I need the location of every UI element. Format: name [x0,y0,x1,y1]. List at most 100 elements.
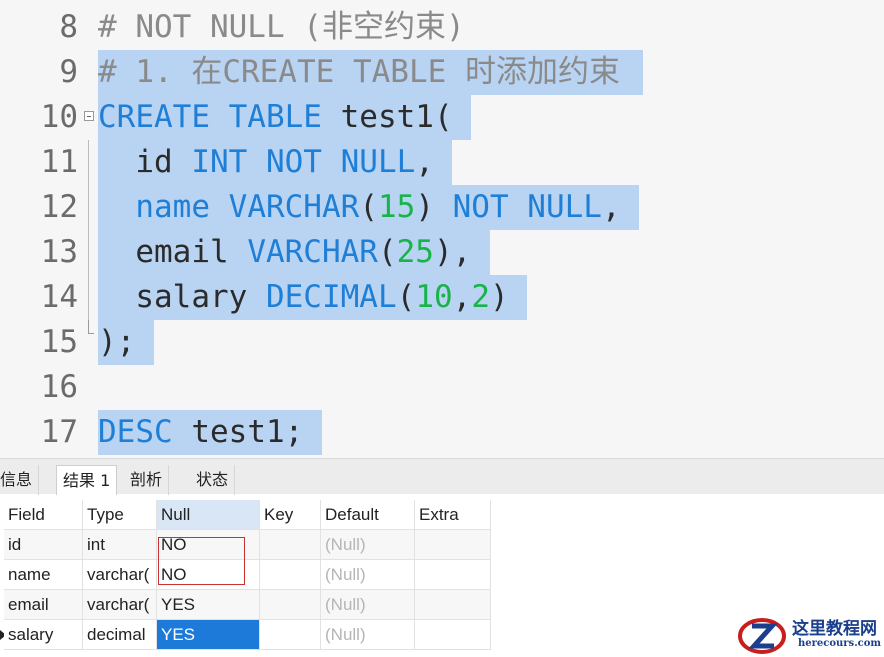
line-number: 17 [40,414,78,450]
code-line[interactable]: 13 email VARCHAR(25), [0,230,884,275]
table-cell[interactable]: varchar( [83,560,157,590]
table-cell[interactable]: YES [157,620,260,650]
highlight-box [158,537,245,585]
tab-profile[interactable]: 剖析 [124,465,170,495]
table-cell[interactable]: id [4,530,83,560]
code-line[interactable]: 14 salary DECIMAL(10,2) [0,275,884,320]
code-text: name VARCHAR(15) NOT NULL, [98,185,621,230]
code-line[interactable]: 12 name VARCHAR(15) NOT NULL, [0,185,884,230]
table-cell[interactable]: salary [4,620,83,650]
table-cell[interactable]: (Null) [321,560,415,590]
code-token: ) [489,279,509,315]
code-token: NOT NULL [452,189,602,225]
code-line[interactable]: 11 id INT NOT NULL, [0,140,884,185]
table-cell[interactable]: (Null) [321,590,415,620]
fold-end-icon [88,320,94,334]
code-line[interactable]: 9 # 1. 在CREATE TABLE 时添加约束 [0,50,884,95]
table-cell[interactable]: varchar( [83,590,157,620]
code-text: # 1. 在CREATE TABLE 时添加约束 [98,50,620,95]
table-cell[interactable] [260,620,321,650]
line-number: 12 [40,189,78,225]
code-token: 2 [471,279,490,315]
column-header-type[interactable]: Type [83,500,157,530]
code-text: email VARCHAR(25), [98,230,471,275]
line-number: 8 [59,9,78,45]
column-header-default[interactable]: Default [321,500,415,530]
code-text: salary DECIMAL(10,2) [98,275,509,320]
watermark-logo: 这里教程网 herecours.com [736,612,884,657]
fold-guide [88,185,89,230]
code-token: name [98,189,229,225]
table-cell[interactable]: decimal [83,620,157,650]
fold-guide [88,230,89,275]
code-token: 25 [396,234,434,270]
code-token: DESC [98,414,192,450]
code-text: id INT NOT NULL, [98,140,434,185]
code-token: # 1. 在CREATE TABLE 时添加约束 [98,54,620,90]
code-token: test1; [191,414,304,450]
code-token: ( [377,234,397,270]
table-row[interactable]: id int NO (Null) [0,530,491,560]
watermark-z-icon [738,618,786,654]
column-header-null[interactable]: Null [157,500,260,530]
watermark-url: herecours.com [798,638,882,649]
code-token: ) [415,189,453,225]
code-token: 15 [377,189,416,225]
code-token: ); [98,324,136,360]
code-text: ); [98,320,135,365]
code-token: DECIMAL [265,279,397,315]
tab-result-1[interactable]: 结果 1 [56,465,118,495]
line-number: 10 [40,99,78,135]
code-text: CREATE TABLE test1( [98,95,453,140]
table-cell[interactable] [260,530,321,560]
table-cell[interactable]: email [4,590,83,620]
code-token: ), [433,234,472,270]
code-token: salary [98,279,266,315]
code-token: # NOT NULL (非空约束) [98,9,465,45]
table-cell[interactable] [260,560,321,590]
line-number: 11 [40,144,78,180]
table-row[interactable]: salary decimal YES (Null) [0,620,491,650]
fold-guide [88,140,89,185]
code-token: VARCHAR [228,189,360,225]
code-token: test1( [340,99,453,135]
line-number: 14 [40,279,78,315]
column-header-field[interactable]: Field [4,500,83,530]
table-cell[interactable] [415,530,491,560]
table-cell[interactable] [415,560,491,590]
table-row[interactable]: name varchar(NO (Null) [0,560,491,590]
table-cell[interactable]: YES [157,590,260,620]
line-number: 15 [40,324,78,360]
sql-editor[interactable]: 8 # NOT NULL (非空约束) 9 # 1. 在CREATE TABLE 时添… [0,0,884,458]
code-line[interactable]: 8 # NOT NULL (非空约束) [0,5,884,50]
table-cell[interactable]: name [4,560,83,590]
tab-info[interactable]: 信息 [0,465,40,495]
line-number: 16 [40,369,78,405]
code-token: email [98,234,248,270]
table-cell[interactable] [260,590,321,620]
code-line[interactable]: 17 DESC test1; [0,410,884,455]
table-cell[interactable]: (Null) [321,620,415,650]
code-text: DESC test1; [98,410,303,455]
line-number: 9 [59,54,78,90]
code-token: INT NOT NULL [191,144,416,180]
table-cell[interactable]: int [83,530,157,560]
result-tab-bar: 信息 结果 1 剖析 状态 [0,458,884,495]
line-number: 13 [40,234,78,270]
fold-open-icon[interactable] [84,111,94,121]
tab-status[interactable]: 状态 [190,465,236,495]
table-cell[interactable] [415,620,491,650]
watermark-title: 这里教程网 [792,619,877,639]
column-header-extra[interactable]: Extra [415,500,491,530]
code-token: , [601,189,621,225]
code-line[interactable]: 16 [0,365,884,410]
table-cell[interactable] [415,590,491,620]
code-text: # NOT NULL (非空约束) [98,5,465,50]
column-header-key[interactable]: Key [260,500,321,530]
table-row[interactable]: email varchar(YES (Null) [0,590,491,620]
table-cell[interactable]: (Null) [321,530,415,560]
code-line[interactable]: 15); [0,320,884,365]
fold-guide [88,275,89,320]
code-token: VARCHAR [247,234,378,270]
code-line[interactable]: 10 CREATE TABLE test1( [0,95,884,140]
